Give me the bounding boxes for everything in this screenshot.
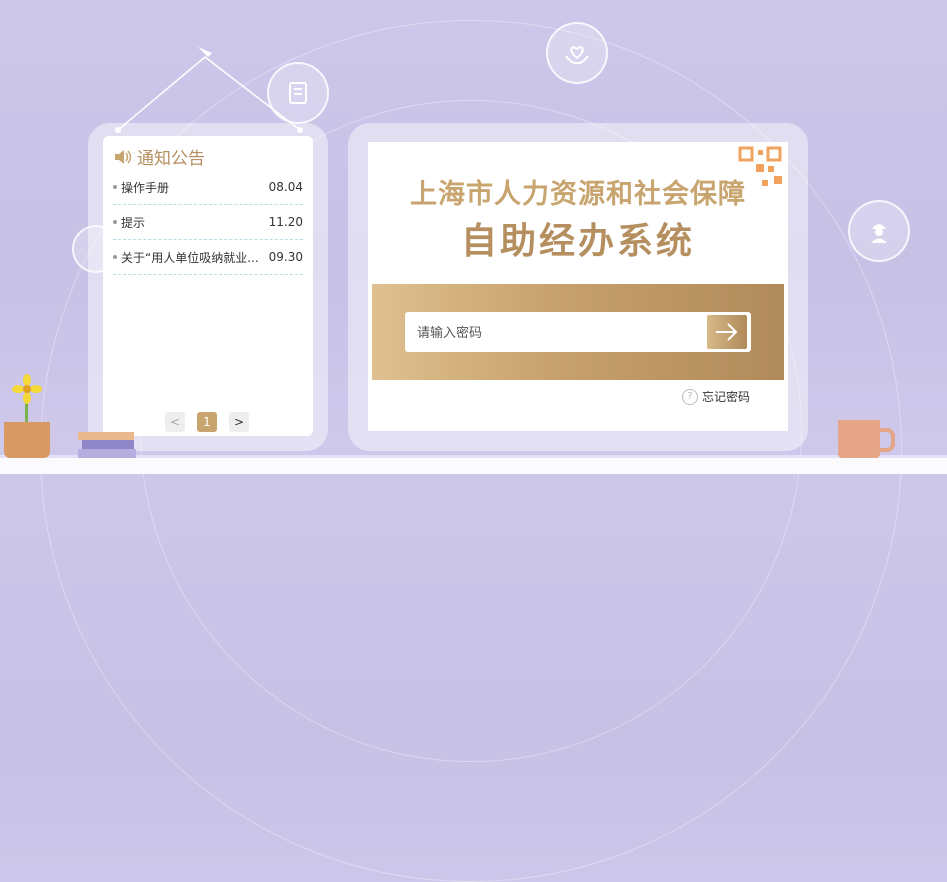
help-icon: ? (682, 388, 698, 405)
notice-header: 通知公告 (113, 144, 205, 169)
speaker-icon (115, 149, 132, 164)
forgot-password-label: 忘记密码 (702, 390, 751, 404)
books-icon (78, 432, 136, 458)
pagination: < 1 > (165, 412, 249, 432)
flower-pot (4, 422, 50, 458)
login-panel: 上海市人力资源和社会保障 自助经办系统 ? 忘记密码 (368, 142, 788, 431)
prev-page-button[interactable]: < (165, 412, 185, 432)
password-box (405, 312, 751, 354)
notice-item-date: 11.20 (268, 215, 303, 229)
notice-list: 操作手册 08.04 提示 11.20 关于“用人单位吸纳就业... 09.30 (113, 170, 303, 275)
next-page-button[interactable]: > (229, 412, 249, 432)
notice-item[interactable]: 提示 11.20 (113, 205, 303, 240)
notice-title: 通知公告 (137, 149, 205, 169)
current-page-button[interactable]: 1 (197, 412, 217, 432)
document-bubble (267, 62, 329, 124)
system-title-line2: 自助经办系统 (460, 221, 695, 262)
forgot-password-link[interactable]: ? 忘记密码 (682, 388, 750, 405)
bullet-dot (113, 255, 117, 259)
notice-item-title: 关于“用人单位吸纳就业... (121, 250, 259, 265)
worker-icon (871, 224, 887, 243)
worker-bubble (848, 200, 910, 262)
document-icon (289, 82, 307, 104)
notice-item-title: 操作手册 (121, 180, 170, 195)
submit-button[interactable] (707, 315, 747, 349)
notice-item-date: 09.30 (268, 250, 303, 264)
arrow-right-icon (716, 323, 738, 341)
login-band (372, 284, 784, 380)
bullet-dot (113, 220, 117, 224)
notice-panel: 通知公告 操作手册 08.04 提示 11.20 关于“用人单位吸纳就业... … (103, 136, 313, 436)
flower-icon (12, 374, 42, 404)
mug-handle (877, 428, 895, 452)
notice-item[interactable]: 操作手册 08.04 (113, 170, 303, 205)
heart-hands-bubble (546, 22, 608, 84)
heart-hands-icon (565, 46, 589, 65)
shelf (0, 458, 947, 474)
system-title-line1: 上海市人力资源和社会保障 (410, 179, 746, 210)
notice-item-title: 提示 (121, 215, 146, 230)
mug (838, 420, 880, 458)
bullet-dot (113, 185, 117, 189)
password-input[interactable] (415, 312, 699, 354)
notice-item-date: 08.04 (268, 180, 303, 194)
notice-item[interactable]: 关于“用人单位吸纳就业... 09.30 (113, 240, 303, 275)
